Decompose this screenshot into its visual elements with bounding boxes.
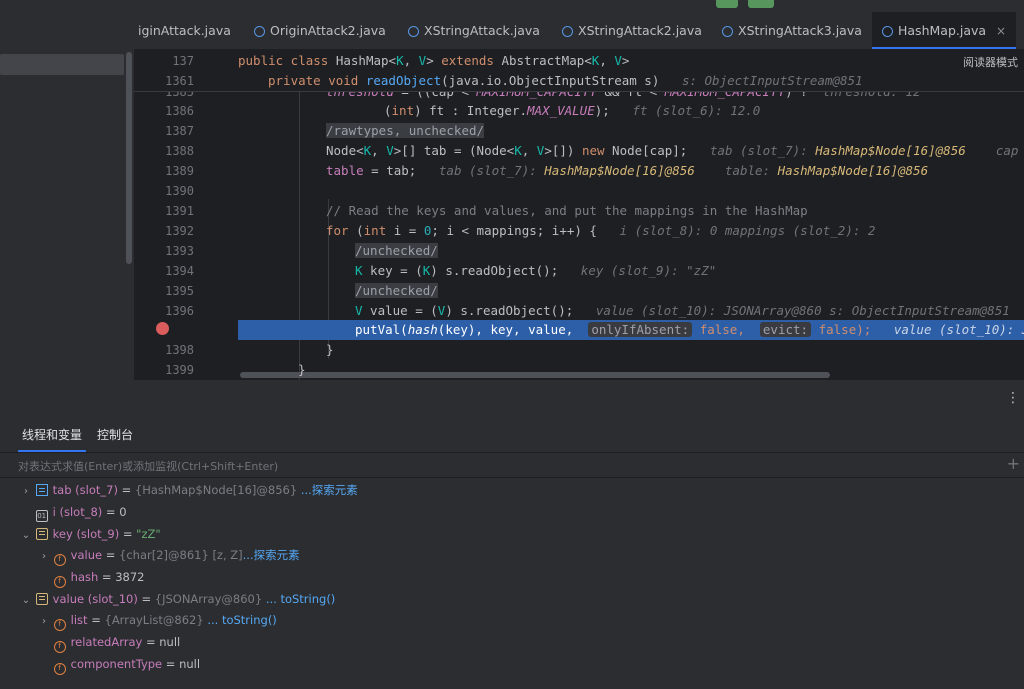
add-watch-icon[interactable]: + [1007, 454, 1020, 473]
code-line: Node<K, V>[] tab = (Node<K, V>[]) new No… [326, 143, 1024, 158]
more-options-icon[interactable]: ⋮ [1006, 390, 1020, 406]
explore-elements-link[interactable]: ...探索元素 [297, 483, 358, 497]
tab-originattack2[interactable]: OriginAttack2.java [254, 12, 386, 49]
primitive-icon: 01 [35, 510, 48, 522]
line-number: 1361 [165, 74, 194, 88]
debug-panel: ⋮ 线程和变量 控制台 + › tab (slot_7) = {HashMap$… [0, 380, 1024, 689]
code-editor[interactable]: 阅读器模式 137 public class HashMap<K, V> ext… [134, 49, 1024, 380]
code-comment: // Read the keys and values, and put the… [326, 203, 808, 218]
variable-row[interactable]: ⌄ key (slot_9) = "zZ" [20, 523, 161, 545]
to-string-link[interactable]: ... toString() [204, 613, 276, 627]
variable-row[interactable]: ⌄ value (slot_10) = {JSONArray@860} ... … [20, 588, 336, 612]
expression-evaluator: + [0, 452, 1024, 478]
variable-row[interactable]: 01 i (slot_8) = 0 [20, 501, 127, 523]
field-icon: f [53, 619, 66, 631]
field-icon: f [53, 641, 66, 653]
class-icon [254, 26, 265, 37]
field-icon: f [53, 576, 66, 588]
class-icon [408, 26, 419, 37]
expand-icon[interactable]: › [38, 546, 50, 568]
sticky-scroll-header: 137 public class HashMap<K, V> extends A… [134, 49, 1024, 92]
expression-input[interactable] [16, 456, 980, 476]
sidebar-scrollbar[interactable] [126, 52, 132, 264]
collapse-icon[interactable]: ⌄ [20, 590, 32, 612]
code-line: } [326, 342, 334, 357]
tab-xstringattack3[interactable]: XStringAttack3.java [722, 12, 862, 49]
explore-elements-link[interactable]: ...探索元素 [243, 548, 300, 562]
field-icon: f [53, 663, 66, 675]
line-number: 1393 [165, 244, 194, 258]
line-number: 1391 [165, 204, 194, 218]
expand-icon[interactable]: › [20, 481, 32, 503]
run-button[interactable] [716, 0, 738, 8]
code-line: public class HashMap<K, V> extends Abstr… [238, 53, 630, 68]
code-line: table = tab; tab (slot_7): HashMap$Node[… [326, 163, 929, 178]
code-line: private void readObject(java.io.ObjectIn… [268, 73, 863, 88]
code-line: /rawtypes, unchecked/ [326, 123, 485, 138]
reader-mode-button[interactable]: 阅读器模式 [963, 54, 1018, 70]
code-line: (int) ft : Integer.MAX_VALUE); ft (slot_… [384, 103, 761, 118]
variable-row[interactable]: › f list = {ArrayList@862} ... toString() [38, 609, 277, 631]
line-number: 1389 [165, 164, 194, 178]
tab-threads-variables[interactable]: 线程和变量 [17, 426, 87, 452]
code-line: for (int i = 0; i < mappings; i++) { i (… [326, 223, 876, 238]
line-number: 1387 [165, 124, 194, 138]
editor-horizontal-scrollbar[interactable] [240, 372, 830, 378]
line-number: 1398 [165, 343, 194, 357]
tab-label: XStringAttack.java [424, 23, 540, 38]
tab-label: iginAttack.java [138, 23, 231, 38]
code-line: V value = (V) s.readObject(); value (slo… [355, 303, 1010, 318]
current-code-line: putVal(hash(key), key, value, onlyIfAbse… [355, 322, 1024, 337]
expand-icon[interactable]: › [38, 611, 50, 633]
line-number: 1396 [165, 304, 194, 318]
variable-row[interactable]: f componentType = null [38, 653, 200, 675]
code-line: /unchecked/ [355, 283, 438, 298]
line-number: 1388 [165, 144, 194, 158]
tab-xstringattack2[interactable]: XStringAttack2.java [562, 12, 702, 49]
variable-row[interactable]: f hash = 3872 [38, 566, 145, 588]
tab-label: XStringAttack2.java [578, 23, 702, 38]
class-icon [882, 26, 893, 37]
class-icon [722, 26, 733, 37]
to-string-link[interactable]: ... toString() [262, 592, 335, 606]
editor-tabs: iginAttack.java OriginAttack2.java XStri… [134, 12, 1024, 50]
field-icon: f [53, 554, 66, 566]
project-sidebar [0, 12, 134, 380]
tab-label: XStringAttack3.java [738, 23, 862, 38]
code-line: /unchecked/ [355, 243, 438, 258]
line-number: 137 [172, 54, 194, 68]
tab-hashmap[interactable]: HashMap.java × [872, 12, 1017, 49]
line-number: 1399 [165, 363, 194, 377]
variable-row[interactable]: › f value = {char[2]@861} [z, Z]...探索元素 [38, 544, 300, 566]
tab-label: HashMap.java [898, 23, 987, 38]
line-number: 1392 [165, 224, 194, 238]
tab-console[interactable]: 控制台 [97, 426, 133, 443]
line-number: 1386 [165, 104, 194, 118]
line-number: 1394 [165, 264, 194, 278]
tab-iginattack[interactable]: iginAttack.java [138, 12, 231, 49]
collapse-icon[interactable]: ⌄ [20, 525, 32, 547]
title-bar [0, 0, 1024, 12]
tab-label: OriginAttack2.java [270, 23, 386, 38]
selected-tree-item[interactable] [0, 54, 124, 75]
line-number: 1395 [165, 284, 194, 298]
object-icon [35, 593, 48, 605]
variable-row[interactable]: f relatedArray = null [38, 631, 180, 653]
array-icon [35, 484, 48, 496]
tab-xstringattack[interactable]: XStringAttack.java [408, 12, 540, 49]
object-icon [35, 528, 48, 540]
class-icon [562, 26, 573, 37]
breakpoint-icon[interactable] [156, 322, 169, 335]
close-icon[interactable]: × [996, 24, 1006, 38]
line-number: 1390 [165, 184, 194, 198]
code-line: K key = (K) s.readObject(); key (slot_9)… [355, 263, 717, 278]
variable-row[interactable]: › tab (slot_7) = {HashMap$Node[16]@856} … [20, 479, 358, 501]
debug-button[interactable] [748, 0, 774, 8]
code-line: } [298, 362, 306, 377]
